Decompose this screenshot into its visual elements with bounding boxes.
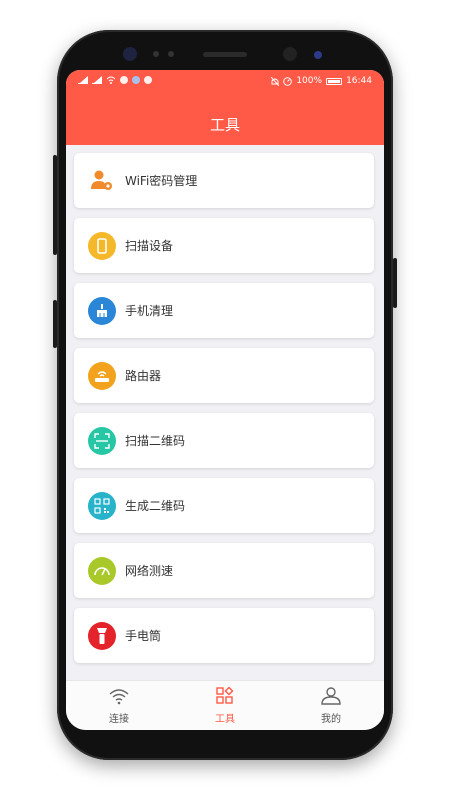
user-icon (321, 687, 341, 705)
tab-connect[interactable]: 连接 (84, 687, 154, 725)
earpiece-speaker (203, 52, 247, 57)
scan-icon (88, 426, 116, 455)
app-screen: 100% 16:44 工具 WiFi密码管理 扫描设备 手机清理 路由器 扫描二… (66, 70, 384, 730)
app-header: 100% 16:44 工具 (66, 70, 384, 145)
tool-scan-qrcode[interactable]: 扫描二维码 (74, 413, 374, 468)
tool-scan-device[interactable]: 扫描设备 (74, 218, 374, 273)
tool-label: 手电筒 (125, 629, 162, 643)
flashlight-icon (88, 621, 116, 650)
tool-label: 网络测速 (125, 564, 174, 578)
tab-label: 连接 (109, 714, 129, 725)
volume-button (53, 155, 57, 255)
sensor-dot (153, 51, 159, 57)
status-left (78, 76, 152, 84)
battery-icon (326, 77, 343, 85)
wifi-icon (109, 689, 129, 705)
tool-label: 扫描设备 (125, 239, 174, 253)
iris-camera (283, 47, 297, 61)
qrcode-icon (88, 491, 116, 520)
grid-icon (216, 686, 234, 704)
front-camera (123, 47, 137, 61)
bixby-button (53, 300, 57, 348)
sensor-dot (168, 51, 174, 57)
tool-router[interactable]: 路由器 (74, 348, 374, 403)
broom-icon (88, 296, 116, 325)
tool-label: 生成二维码 (125, 499, 186, 513)
tool-list: WiFi密码管理 扫描设备 手机清理 路由器 扫描二维码 生成二维码 网络测速 … (74, 153, 376, 673)
gauge-status-icon (283, 76, 293, 86)
app-notification-icon (144, 76, 152, 84)
tool-generate-qrcode[interactable]: 生成二维码 (74, 478, 374, 533)
signal-icon (78, 76, 88, 84)
app-notification-icon (120, 76, 128, 84)
tab-mine[interactable]: 我的 (296, 687, 366, 725)
bottom-tab-bar: 连接 工具 我的 (66, 680, 384, 730)
sensor-dot (314, 51, 322, 59)
tab-label: 我的 (321, 714, 341, 725)
page-title: 工具 (209, 116, 240, 134)
router-icon (88, 361, 116, 390)
tool-wifi-password[interactable]: WiFi密码管理 (74, 153, 374, 208)
phone-icon (88, 231, 116, 260)
speedometer-icon (88, 556, 116, 585)
tab-label: 工具 (215, 714, 235, 725)
tab-tools[interactable]: 工具 (190, 686, 260, 725)
tool-label: 扫描二维码 (125, 434, 186, 448)
tool-label: 手机清理 (125, 304, 174, 318)
tool-flashlight[interactable]: 手电筒 (74, 608, 374, 663)
signal-icon (92, 76, 102, 84)
user-gear-icon (88, 167, 116, 195)
power-button (393, 258, 397, 308)
app-notification-icon (132, 76, 140, 84)
battery-percent: 100% (296, 76, 323, 86)
wifi-status-icon (106, 76, 116, 84)
status-right: 100% 16:44 (271, 76, 372, 86)
tool-label: 路由器 (125, 369, 162, 383)
tool-speed-test[interactable]: 网络测速 (74, 543, 374, 598)
tool-label: WiFi密码管理 (125, 174, 198, 188)
mute-icon (271, 76, 280, 86)
clock: 16:44 (346, 76, 372, 86)
status-bar: 100% 16:44 (66, 76, 384, 90)
tool-phone-clean[interactable]: 手机清理 (74, 283, 374, 338)
